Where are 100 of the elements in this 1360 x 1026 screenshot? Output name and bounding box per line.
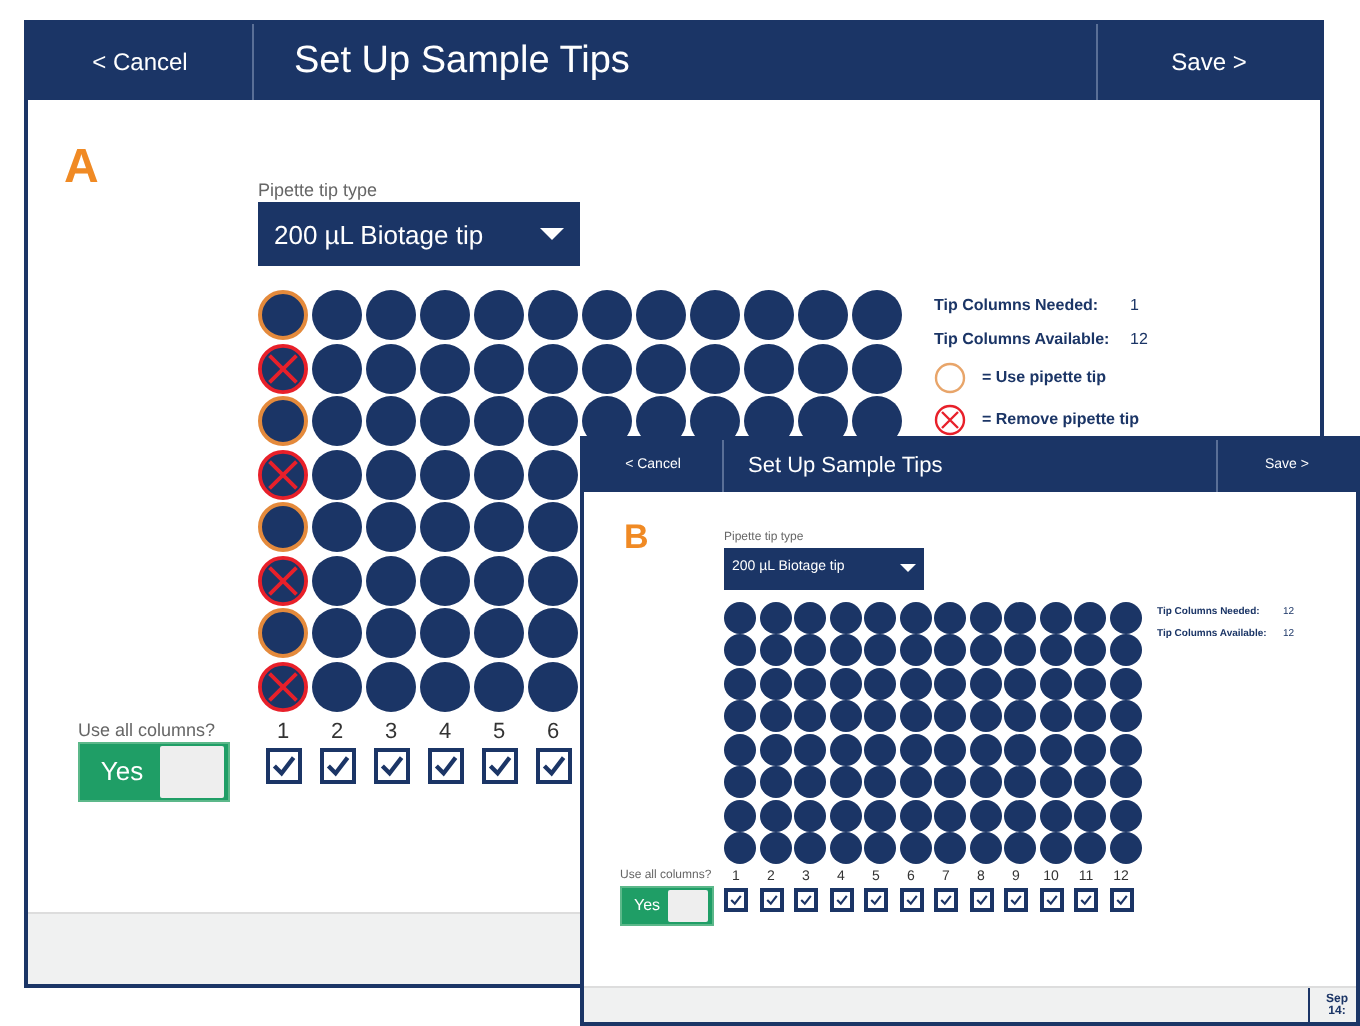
tip-well[interactable] bbox=[829, 700, 861, 732]
tip-well[interactable] bbox=[420, 449, 470, 500]
use-tip-well[interactable] bbox=[258, 396, 308, 447]
tip-well[interactable] bbox=[724, 700, 756, 732]
tip-well[interactable] bbox=[1039, 667, 1071, 699]
column-checkbox[interactable] bbox=[969, 887, 993, 912]
tip-well[interactable] bbox=[759, 832, 791, 864]
tip-well[interactable] bbox=[744, 343, 794, 394]
tip-well[interactable] bbox=[899, 733, 931, 765]
tip-well[interactable] bbox=[1109, 832, 1141, 864]
column-checkbox[interactable] bbox=[724, 887, 748, 912]
tip-well[interactable] bbox=[1074, 700, 1106, 732]
tip-well[interactable] bbox=[1004, 634, 1036, 666]
tip-well[interactable] bbox=[312, 502, 362, 553]
tip-well[interactable] bbox=[969, 601, 1001, 633]
tip-well[interactable] bbox=[899, 832, 931, 864]
column-checkbox[interactable] bbox=[829, 887, 853, 912]
column-checkbox[interactable] bbox=[899, 887, 923, 912]
tip-well[interactable] bbox=[829, 766, 861, 798]
tip-well[interactable] bbox=[1039, 700, 1071, 732]
tip-well[interactable] bbox=[759, 700, 791, 732]
tip-well[interactable] bbox=[528, 343, 578, 394]
tip-well[interactable] bbox=[1109, 799, 1141, 831]
tip-well[interactable] bbox=[829, 634, 861, 666]
column-checkbox[interactable] bbox=[265, 747, 301, 783]
tip-well[interactable] bbox=[794, 634, 826, 666]
tip-well[interactable] bbox=[528, 555, 578, 606]
tip-well[interactable] bbox=[474, 661, 524, 712]
tip-well[interactable] bbox=[744, 290, 794, 341]
tip-well[interactable] bbox=[474, 396, 524, 447]
tip-well[interactable] bbox=[312, 449, 362, 500]
tip-well[interactable] bbox=[899, 766, 931, 798]
tip-well[interactable] bbox=[474, 290, 524, 341]
tip-well[interactable] bbox=[1004, 700, 1036, 732]
tip-well[interactable] bbox=[420, 343, 470, 394]
column-checkbox[interactable] bbox=[1004, 887, 1028, 912]
tip-well[interactable] bbox=[794, 601, 826, 633]
tip-well[interactable] bbox=[1004, 799, 1036, 831]
tip-well[interactable] bbox=[528, 290, 578, 341]
tip-well[interactable] bbox=[474, 555, 524, 606]
column-checkbox[interactable] bbox=[427, 747, 463, 783]
tip-well[interactable] bbox=[794, 799, 826, 831]
tip-well[interactable] bbox=[474, 502, 524, 553]
column-checkbox[interactable] bbox=[1039, 887, 1063, 912]
tip-well[interactable] bbox=[1109, 601, 1141, 633]
tip-well[interactable] bbox=[1109, 634, 1141, 666]
tip-well[interactable] bbox=[528, 502, 578, 553]
tip-well[interactable] bbox=[864, 634, 896, 666]
tip-well[interactable] bbox=[724, 832, 756, 864]
tip-well[interactable] bbox=[1004, 766, 1036, 798]
tip-well[interactable] bbox=[759, 766, 791, 798]
tip-well[interactable] bbox=[864, 733, 896, 765]
tip-well[interactable] bbox=[690, 343, 740, 394]
tip-well[interactable] bbox=[312, 608, 362, 659]
tip-well[interactable] bbox=[1004, 601, 1036, 633]
tip-well[interactable] bbox=[420, 661, 470, 712]
tip-well[interactable] bbox=[1039, 733, 1071, 765]
tip-well[interactable] bbox=[1039, 832, 1071, 864]
tip-well[interactable] bbox=[636, 290, 686, 341]
tip-well[interactable] bbox=[759, 799, 791, 831]
tip-well[interactable] bbox=[474, 608, 524, 659]
tip-well[interactable] bbox=[366, 449, 416, 500]
column-checkbox[interactable] bbox=[373, 747, 409, 783]
column-checkbox[interactable] bbox=[934, 887, 958, 912]
remove-tip-well[interactable] bbox=[258, 343, 308, 394]
tip-well[interactable] bbox=[829, 667, 861, 699]
tip-well[interactable] bbox=[636, 343, 686, 394]
column-checkbox[interactable] bbox=[1074, 887, 1098, 912]
tip-well[interactable] bbox=[528, 661, 578, 712]
tip-well[interactable] bbox=[582, 290, 632, 341]
tip-well[interactable] bbox=[1074, 634, 1106, 666]
tip-well[interactable] bbox=[969, 832, 1001, 864]
tip-well[interactable] bbox=[366, 290, 416, 341]
tip-well[interactable] bbox=[852, 290, 902, 341]
tip-well[interactable] bbox=[934, 700, 966, 732]
tip-type-dropdown[interactable]: 200 µL Biotage tip bbox=[258, 202, 580, 267]
tip-well[interactable] bbox=[1109, 733, 1141, 765]
tip-well[interactable] bbox=[528, 396, 578, 447]
column-checkbox[interactable] bbox=[1109, 887, 1133, 912]
tip-well[interactable] bbox=[969, 667, 1001, 699]
tip-well[interactable] bbox=[724, 766, 756, 798]
tip-well[interactable] bbox=[1074, 601, 1106, 633]
tip-well[interactable] bbox=[724, 799, 756, 831]
tip-well[interactable] bbox=[1074, 799, 1106, 831]
column-checkbox[interactable] bbox=[535, 747, 571, 783]
tip-well[interactable] bbox=[969, 733, 1001, 765]
tip-well[interactable] bbox=[969, 766, 1001, 798]
tip-well[interactable] bbox=[934, 766, 966, 798]
tip-well[interactable] bbox=[829, 832, 861, 864]
tip-well[interactable] bbox=[759, 733, 791, 765]
tip-well[interactable] bbox=[934, 634, 966, 666]
tip-well[interactable] bbox=[969, 634, 1001, 666]
tip-well[interactable] bbox=[934, 733, 966, 765]
tip-well[interactable] bbox=[312, 555, 362, 606]
tip-well[interactable] bbox=[934, 799, 966, 831]
tip-well[interactable] bbox=[312, 661, 362, 712]
tip-well[interactable] bbox=[528, 608, 578, 659]
tip-well[interactable] bbox=[1109, 700, 1141, 732]
tip-well[interactable] bbox=[759, 634, 791, 666]
tip-well[interactable] bbox=[759, 601, 791, 633]
